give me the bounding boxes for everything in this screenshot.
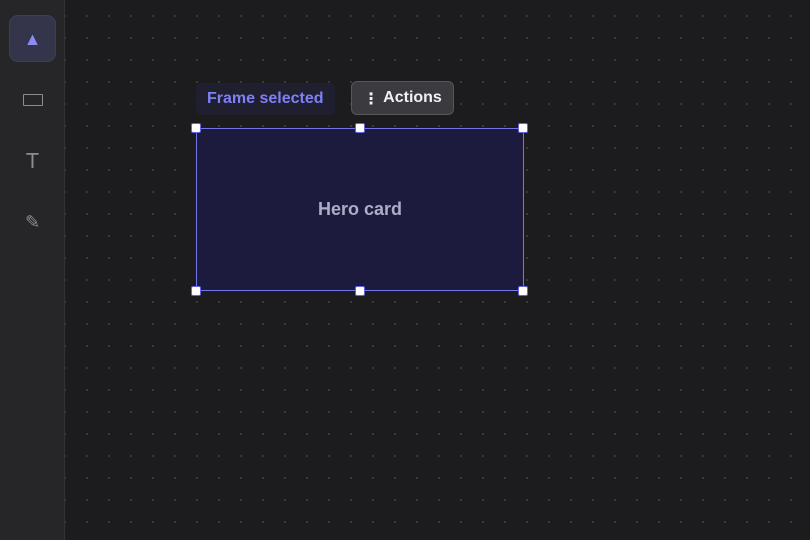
actions-button[interactable]: ⋮ Actions <box>351 81 454 115</box>
text-icon: T <box>26 148 39 173</box>
triangle-pointer-icon: ▲ <box>23 28 42 49</box>
selection-label: Frame selected <box>196 83 335 115</box>
resize-handle-bottom-right[interactable] <box>518 286 528 296</box>
actions-button-label: Actions <box>383 89 442 106</box>
pen-tool-button[interactable]: ✎ <box>9 198 56 245</box>
select-tool-button[interactable]: ▲ <box>9 15 56 62</box>
pencil-icon: ✎ <box>24 211 41 232</box>
selected-frame[interactable]: Hero card <box>196 128 524 291</box>
more-vertical-icon: ⋮ <box>363 88 380 108</box>
resize-handle-top-center[interactable] <box>355 123 365 133</box>
text-tool-button[interactable]: T <box>9 137 56 184</box>
frame-label: Hero card <box>317 199 403 219</box>
resize-handle-top-left[interactable] <box>191 123 201 133</box>
resize-handle-top-right[interactable] <box>518 123 528 133</box>
rectangle-icon <box>22 93 43 106</box>
editor-app: ▲ T ✎ Frame selected ⋮ Actions Hero card <box>0 0 810 540</box>
tool-sidebar: ▲ T ✎ <box>0 0 65 540</box>
resize-handle-bottom-left[interactable] <box>191 286 201 296</box>
rectangle-tool-button[interactable] <box>9 76 56 123</box>
resize-handle-bottom-center[interactable] <box>355 286 365 296</box>
